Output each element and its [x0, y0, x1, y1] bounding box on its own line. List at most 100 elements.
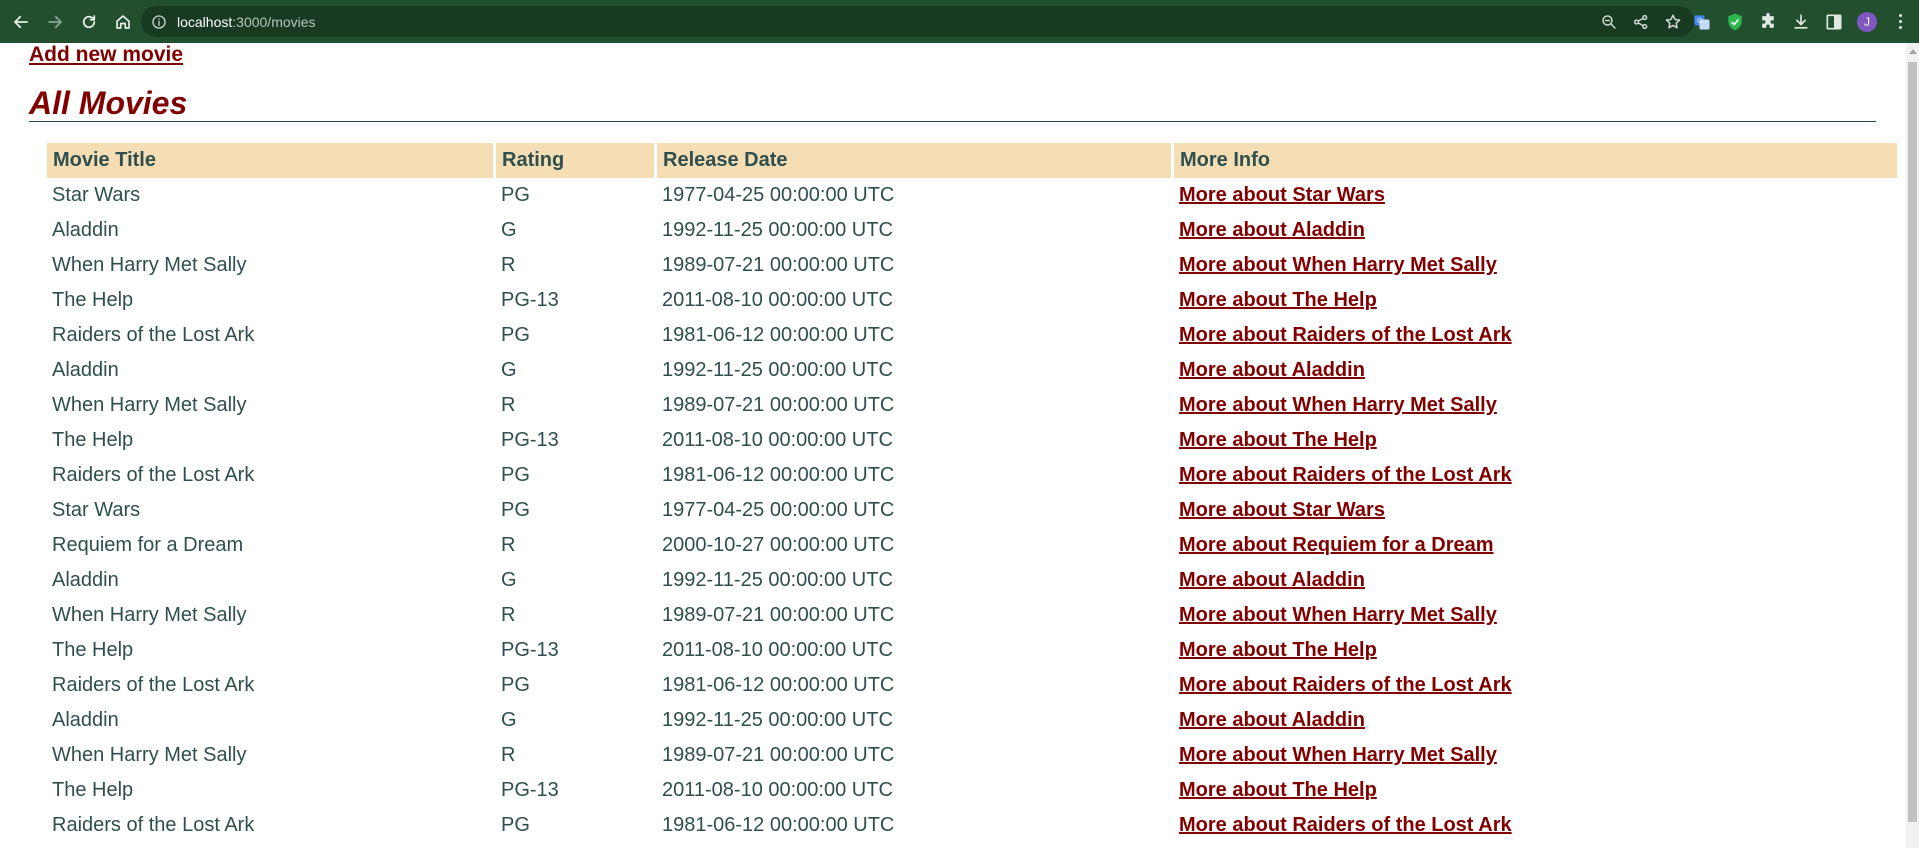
movie-title-cell: Aladdin	[52, 359, 119, 381]
table-row: Star Wars PG 1977-04-25 00:00:00 UTC Mor…	[47, 493, 1897, 528]
arrow-left-icon	[12, 13, 30, 31]
address-bar[interactable]: localhost:3000/movies	[141, 6, 1694, 37]
more-info-cell: More about The Help	[1174, 773, 1897, 808]
bookmark-star-icon[interactable]	[1664, 13, 1682, 31]
more-info-link[interactable]: More about The Help	[1179, 779, 1377, 801]
header-release-date: Release Date	[657, 143, 1171, 178]
release-date-cell: 1981-06-12 00:00:00 UTC	[662, 464, 895, 486]
more-info-link[interactable]: More about The Help	[1179, 429, 1377, 451]
profile-avatar[interactable]: J	[1857, 11, 1877, 32]
release-date-cell: 1989-07-21 00:00:00 UTC	[662, 394, 895, 416]
movie-title-cell: Raiders of the Lost Ark	[52, 814, 255, 836]
url-path: :3000/movies	[232, 13, 316, 30]
rating-cell: PG	[501, 464, 530, 486]
extensions-puzzle-icon[interactable]	[1758, 12, 1778, 32]
movie-title-cell: Star Wars	[52, 184, 141, 206]
rating-cell: PG	[501, 184, 530, 206]
release-date-cell: 1992-11-25 00:00:00 UTC	[662, 569, 893, 591]
more-info-cell: More about When Harry Met Sally	[1174, 388, 1897, 423]
title-divider	[29, 121, 1876, 122]
movie-title-cell: Aladdin	[52, 709, 119, 731]
more-info-link[interactable]: More about The Help	[1179, 289, 1377, 311]
more-info-link[interactable]: More about Aladdin	[1179, 709, 1365, 731]
more-info-link[interactable]: More about Aladdin	[1179, 219, 1365, 241]
table-row: The Help PG-13 2011-08-10 00:00:00 UTC M…	[47, 633, 1897, 668]
table-row: Raiders of the Lost Ark PG 1981-06-12 00…	[47, 668, 1897, 703]
release-date-cell: 1977-04-25 00:00:00 UTC	[662, 184, 895, 206]
release-date-cell: 1981-06-12 00:00:00 UTC	[662, 814, 895, 836]
rating-cell: G	[501, 709, 517, 731]
table-row: The Help PG-13 2011-08-10 00:00:00 UTC M…	[47, 283, 1897, 318]
table-row: Star Wars PG 1977-04-25 00:00:00 UTC Mor…	[47, 178, 1897, 213]
more-info-link[interactable]: More about The Help	[1179, 639, 1377, 661]
more-info-cell: More about Requiem for a Dream	[1174, 528, 1897, 563]
more-info-link[interactable]: More about Raiders of the Lost Ark	[1179, 324, 1512, 346]
rating-cell: PG	[501, 499, 530, 521]
vertical-scrollbar[interactable]	[1906, 43, 1919, 848]
more-info-link[interactable]: More about When Harry Met Sally	[1179, 394, 1497, 416]
header-more-info: More Info	[1174, 143, 1897, 178]
translate-extension-icon[interactable]: G	[1692, 12, 1712, 32]
more-info-cell: More about Aladdin	[1174, 353, 1897, 388]
movie-title-cell: Star Wars	[52, 499, 141, 521]
rating-cell: R	[501, 534, 516, 556]
movie-title-cell: When Harry Met Sally	[52, 254, 247, 276]
more-info-link[interactable]: More about Raiders of the Lost Ark	[1179, 674, 1512, 696]
more-info-link[interactable]: More about Star Wars	[1179, 499, 1385, 521]
more-info-cell: More about When Harry Met Sally	[1174, 248, 1897, 283]
release-date-cell: 2011-08-10 00:00:00 UTC	[662, 639, 893, 661]
table-row: Requiem for a Dream R 2000-10-27 00:00:0…	[47, 528, 1897, 563]
movie-title-cell: Requiem for a Dream	[52, 534, 244, 556]
release-date-cell: 2011-08-10 00:00:00 UTC	[662, 429, 893, 451]
more-info-link[interactable]: More about When Harry Met Sally	[1179, 744, 1497, 766]
rating-cell: G	[501, 569, 517, 591]
more-info-cell: More about When Harry Met Sally	[1174, 598, 1897, 633]
release-date-cell: 2011-08-10 00:00:00 UTC	[662, 779, 893, 801]
forward-button[interactable]	[42, 9, 68, 35]
more-info-link[interactable]: More about Requiem for a Dream	[1179, 534, 1494, 556]
more-info-link[interactable]: More about Raiders of the Lost Ark	[1179, 814, 1512, 836]
share-icon[interactable]	[1632, 13, 1650, 31]
side-panel-icon[interactable]	[1824, 12, 1844, 32]
scrollbar-thumb[interactable]	[1908, 62, 1917, 822]
more-info-link[interactable]: More about Aladdin	[1179, 359, 1365, 381]
more-info-cell: More about Star Wars	[1174, 178, 1897, 213]
more-info-link[interactable]: More about Star Wars	[1179, 184, 1385, 206]
more-info-link[interactable]: More about Raiders of the Lost Ark	[1179, 464, 1512, 486]
url-host: localhost	[177, 13, 233, 30]
table-row: The Help PG-13 2011-08-10 00:00:00 UTC M…	[47, 773, 1897, 808]
more-info-cell: More about Aladdin	[1174, 563, 1897, 598]
rating-cell: G	[501, 219, 517, 241]
site-info-icon[interactable]	[151, 14, 167, 30]
shield-extension-icon[interactable]	[1725, 12, 1745, 32]
home-button[interactable]	[110, 9, 136, 35]
scroll-up-arrow-icon[interactable]	[1909, 49, 1917, 54]
movie-title-cell: Raiders of the Lost Ark	[52, 674, 255, 696]
release-date-cell: 1989-07-21 00:00:00 UTC	[662, 744, 895, 766]
more-info-link[interactable]: More about When Harry Met Sally	[1179, 604, 1497, 626]
release-date-cell: 1981-06-12 00:00:00 UTC	[662, 324, 895, 346]
rating-cell: R	[501, 394, 516, 416]
movie-title-cell: When Harry Met Sally	[52, 394, 247, 416]
movie-title-cell: Raiders of the Lost Ark	[52, 464, 255, 486]
more-info-cell: More about Raiders of the Lost Ark	[1174, 668, 1897, 703]
release-date-cell: 1981-06-12 00:00:00 UTC	[662, 674, 895, 696]
movie-title-cell: The Help	[52, 429, 134, 451]
rating-cell: R	[501, 744, 516, 766]
movie-title-cell: Aladdin	[52, 219, 119, 241]
page-content: Add new movie All Movies Movie Title Rat…	[0, 43, 1906, 848]
add-new-movie-link[interactable]: Add new movie	[29, 43, 183, 67]
back-button[interactable]	[8, 9, 34, 35]
more-menu-icon[interactable]	[1890, 12, 1910, 32]
more-info-cell: More about When Harry Met Sally	[1174, 738, 1897, 773]
more-info-link[interactable]: More about When Harry Met Sally	[1179, 254, 1497, 276]
table-row: When Harry Met Sally R 1989-07-21 00:00:…	[47, 738, 1897, 773]
more-info-cell: More about The Help	[1174, 633, 1897, 668]
movies-table: Movie Title Rating Release Date More Inf…	[44, 143, 1900, 843]
rating-cell: R	[501, 604, 516, 626]
more-info-link[interactable]: More about Aladdin	[1179, 569, 1365, 591]
download-icon[interactable]	[1791, 12, 1811, 32]
movie-title-cell: The Help	[52, 289, 134, 311]
zoom-icon[interactable]	[1600, 13, 1618, 31]
reload-button[interactable]	[76, 9, 102, 35]
